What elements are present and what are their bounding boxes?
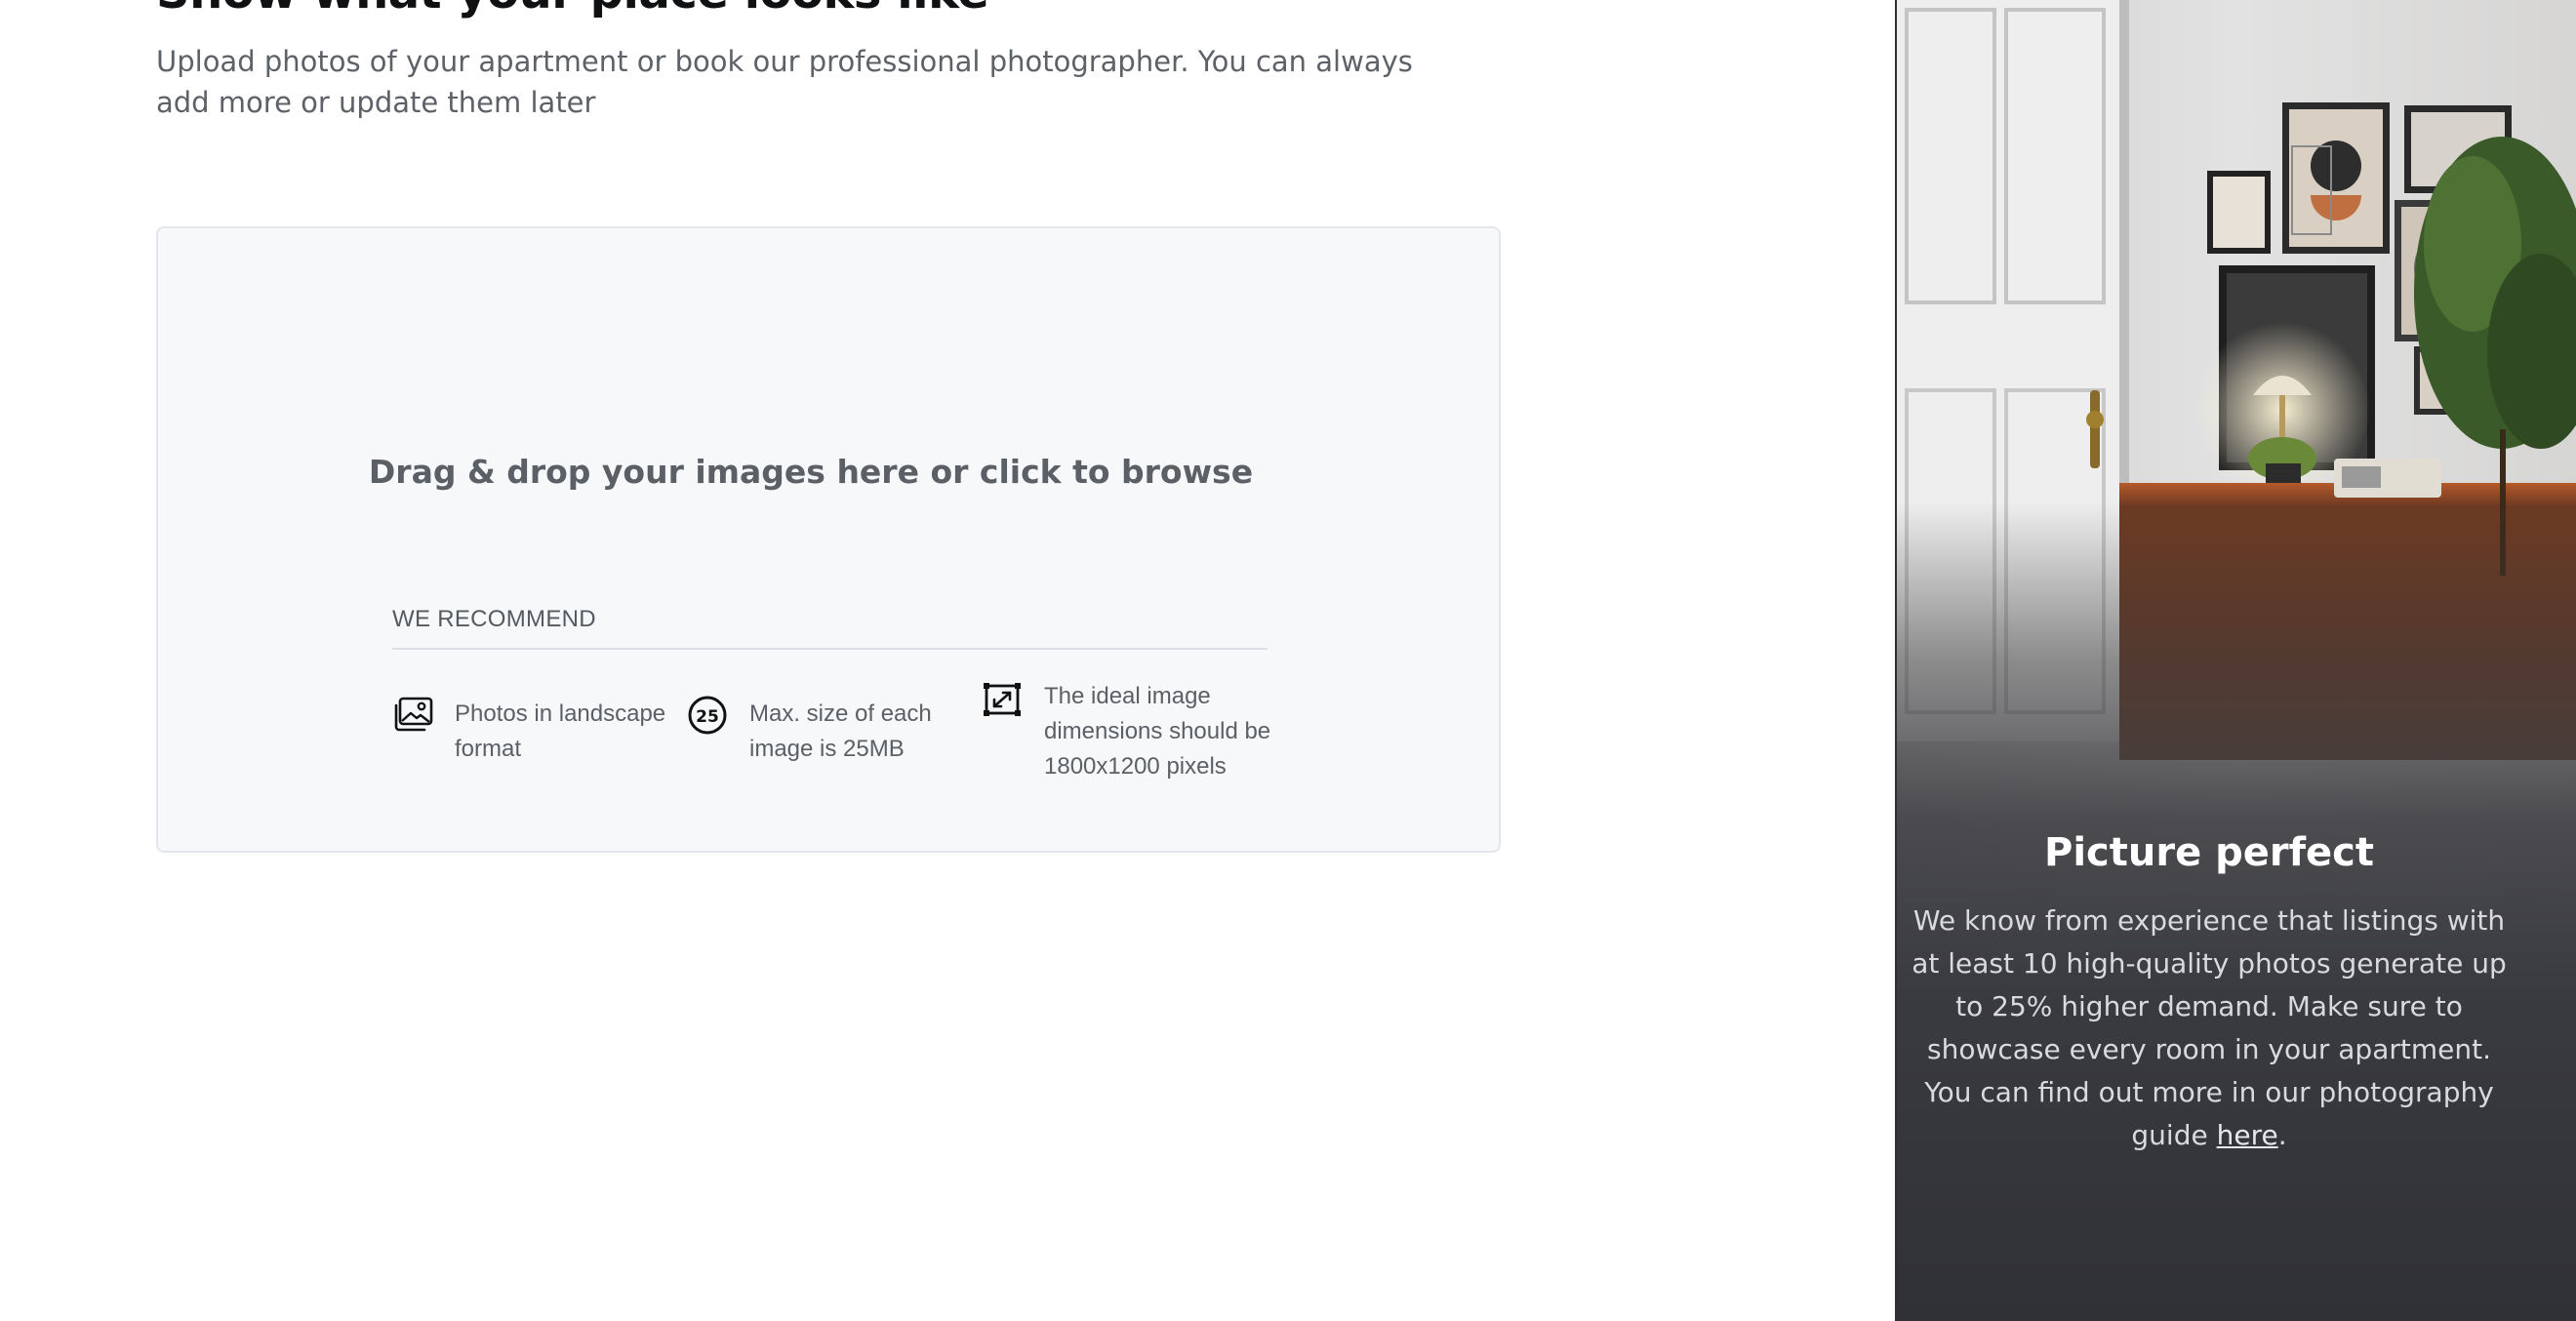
dimensions-icon — [984, 683, 1021, 716]
panel-body-line: You can find out more in our photography — [1924, 1076, 2494, 1108]
recommendation-max-size: 25 Max. size of each image is 25MB — [687, 679, 980, 767]
recommendation-list: Photos in landscape format 25 Max. size … — [392, 679, 1270, 796]
recommendation-landscape: Photos in landscape format — [392, 679, 685, 767]
recommend-label: WE RECOMMEND — [392, 603, 1268, 650]
page-subtitle: Upload photos of your apartment or book … — [156, 45, 1413, 119]
size-25-icon-label: 25 — [696, 707, 719, 727]
landscape-photo-icon — [394, 697, 433, 732]
panel-body-line: to 25% higher demand. Make sure to — [1955, 990, 2463, 1022]
panel-title: Picture perfect — [2044, 830, 2374, 875]
size-25-icon: 25 — [688, 696, 727, 735]
recommendation-dimensions: The ideal image dimensions should be 180… — [982, 679, 1274, 784]
tips-panel: Picture perfect We know from experience … — [1895, 0, 2576, 1321]
panel-body: We know from experience that listings wi… — [1897, 900, 2521, 1157]
photography-guide-link[interactable]: here — [2217, 1119, 2278, 1151]
image-dropzone[interactable]: Drag & drop your images here or click to… — [156, 226, 1501, 853]
panel-body-line: We know from experience that listings wi… — [1912, 904, 2506, 937]
dropzone-prompt: Drag & drop your images here or click to… — [368, 453, 1254, 491]
panel-body-prefix: guide — [2131, 1119, 2217, 1151]
recommendation-text: Photos in landscape format — [455, 701, 666, 762]
panel-body-suffix: . — [2277, 1119, 2287, 1151]
upload-photos-page: Show what your place looks like Upload p… — [0, 0, 2576, 1321]
panel-body-last-line: guide here. — [1897, 1114, 2521, 1157]
main-content: Show what your place looks like Upload p… — [0, 0, 1895, 1321]
page-title: Show what your place looks like — [156, 0, 989, 23]
recommendation-text: The ideal image dimensions should be 180… — [1044, 683, 1271, 780]
recommendation-text: Max. size of each image is 25MB — [749, 701, 932, 762]
panel-body-line: at least 10 high-quality photos generate… — [1912, 947, 2507, 980]
recommendations: WE RECOMMEND Photos in landscape format — [392, 603, 1270, 796]
panel-body-line: showcase every room in your apartment. — [1927, 1033, 2491, 1065]
